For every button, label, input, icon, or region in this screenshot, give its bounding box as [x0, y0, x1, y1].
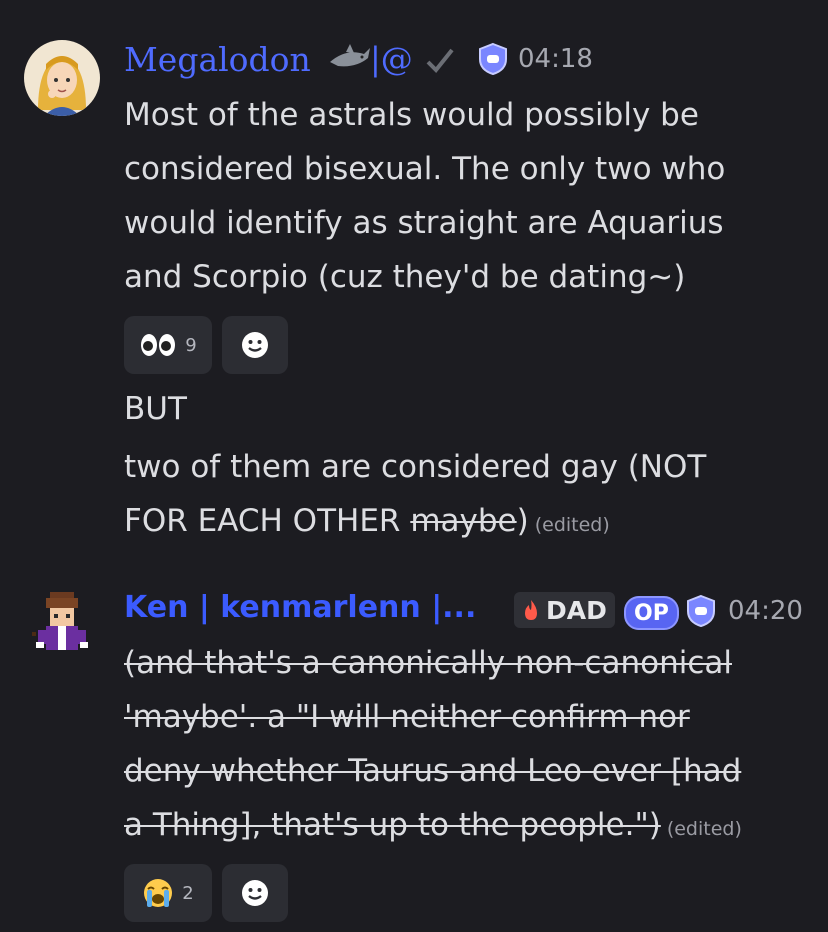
op-badge-label: OP [634, 600, 669, 626]
flame-icon [525, 600, 537, 620]
loudly-crying-emoji-icon [144, 879, 173, 907]
checkmark-icon [426, 48, 454, 73]
role-tag-dad[interactable]: DAD [514, 592, 615, 628]
message-line: two of them are considered gay (NOT [124, 449, 707, 485]
avatar[interactable] [24, 40, 100, 116]
reaction-crying[interactable]: 2 [124, 864, 212, 922]
message-megalodon: Megalodon |@ 04:18 Most of the astrals w… [0, 0, 828, 560]
message-line: FOR EACH OTHER maybe) (edited) [124, 494, 610, 552]
message-line: would identify as straight are Aquarius [124, 205, 724, 241]
message-line: a Thing], that's up to the people.") (edi… [124, 798, 742, 856]
shield-badge-icon[interactable] [476, 42, 510, 76]
message-line: considered bisexual. The only two who [124, 151, 726, 187]
op-badge: OP [624, 596, 679, 630]
edited-label: (edited) [666, 818, 742, 840]
avatar-pixel-character-icon [32, 592, 88, 650]
smiley-add-icon [242, 332, 268, 358]
message-line: 'maybe'. a "I will neither confirm nor [124, 699, 690, 735]
shark-icon [330, 44, 370, 67]
avatar-girl-icon [24, 40, 100, 116]
add-reaction-button[interactable] [222, 316, 288, 374]
avatar[interactable] [24, 586, 100, 662]
message-ken: Ken | kenmarlenn |... DAD OP 04:20 (and … [0, 560, 828, 932]
strikethrough-text: a Thing], that's up to the people.") [124, 807, 661, 843]
line-text: FOR EACH OTHER [124, 503, 411, 539]
message-line: deny whether Taurus and Leo ever [had [124, 753, 742, 789]
smiley-add-icon [242, 880, 268, 906]
message-line: BUT [124, 391, 187, 427]
edited-label: (edited) [534, 514, 610, 536]
author-name[interactable]: Megalodon [124, 40, 311, 79]
timestamp: 04:20 [728, 596, 803, 626]
role-tag-label: DAD [546, 595, 607, 625]
reaction-eyes[interactable]: 9 [124, 316, 212, 374]
message-line: and Scorpio (cuz they'd be dating~) [124, 259, 686, 295]
message-line: Most of the astrals would possibly be [124, 97, 699, 133]
author-suffix: |@ [370, 40, 413, 78]
eyes-emoji-icon [139, 332, 177, 358]
shield-badge-icon[interactable] [684, 594, 718, 628]
author-name[interactable]: Ken | kenmarlenn |... [124, 590, 476, 625]
reaction-count: 2 [182, 882, 194, 904]
add-reaction-button[interactable] [222, 864, 288, 922]
line-text-end: ) [516, 503, 529, 539]
strikethrough-text: maybe [410, 503, 517, 539]
reaction-count: 9 [185, 334, 197, 356]
timestamp: 04:18 [518, 44, 593, 74]
message-line: (and that's a canonically non-canonical [124, 645, 732, 681]
